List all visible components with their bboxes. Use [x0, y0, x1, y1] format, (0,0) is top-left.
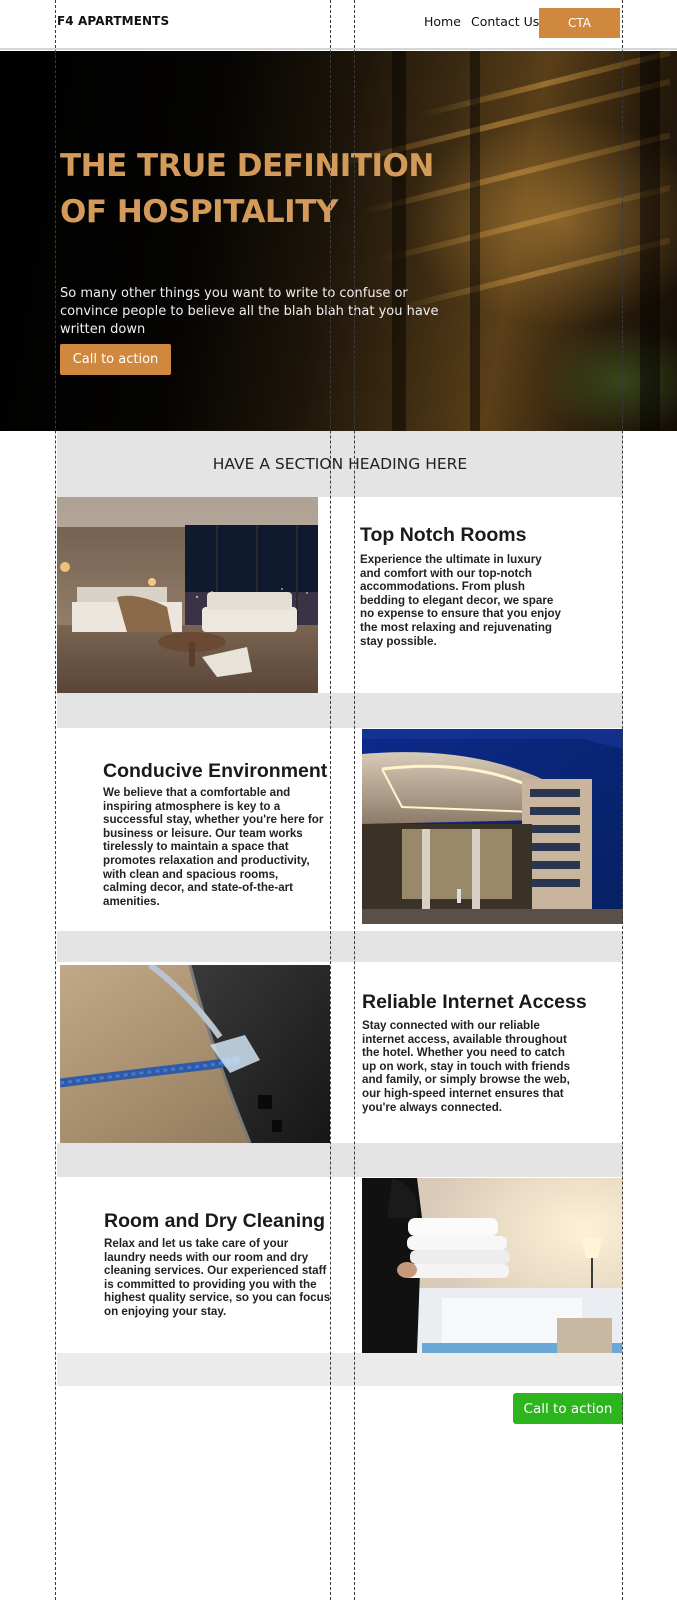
site-header: F4 APARTMENTS Home Contact Us CTA	[0, 0, 677, 50]
ethernet-cable-photo	[60, 965, 330, 1143]
hero-subtitle: So many other things you want to write t…	[60, 286, 439, 337]
feature-description: Relax and let us take care of your laund…	[104, 1237, 331, 1318]
feature-description: Stay connected with our reliable interne…	[362, 1019, 571, 1114]
feature-row-internet: Reliable Internet Access Stay connected …	[57, 962, 623, 1143]
feature-title: Room and Dry Cleaning	[104, 1210, 326, 1232]
hero-title: THE TRUE DEFINITION OF HOSPITALITY	[60, 148, 434, 230]
hero-section: THE TRUE DEFINITION OF HOSPITALITY So ma…	[0, 51, 677, 431]
feature-title: Conducive Environment	[103, 760, 328, 782]
towels-photo	[362, 1178, 623, 1353]
feature-description: We believe that a comfortable and inspir…	[103, 786, 324, 908]
hero-cta-button[interactable]: Call to action	[60, 344, 171, 375]
nav-link-home[interactable]: Home	[424, 14, 461, 29]
feature-description: Experience the ultimate in luxury and co…	[360, 553, 561, 648]
section-heading: HAVE A SECTION HEADING HERE	[57, 431, 623, 497]
feature-row-cleaning: Room and Dry Cleaning Relax and let us t…	[57, 1177, 623, 1353]
site-logo[interactable]: F4 APARTMENTS	[57, 14, 169, 28]
feature-row-environment: Conducive Environment We believe that a …	[57, 728, 623, 931]
header-cta-button[interactable]: CTA	[539, 8, 620, 38]
feature-row-rooms: Top Notch Rooms Experience the ultimate …	[57, 497, 623, 693]
hotel-room-photo	[57, 497, 318, 693]
footer-cta-button[interactable]: Call to action	[513, 1393, 623, 1424]
feature-title: Reliable Internet Access	[362, 991, 587, 1013]
bottom-band	[57, 1353, 623, 1386]
feature-title: Top Notch Rooms	[360, 524, 527, 546]
nav-link-contact[interactable]: Contact Us	[471, 14, 539, 29]
hotel-exterior-photo	[362, 729, 623, 924]
